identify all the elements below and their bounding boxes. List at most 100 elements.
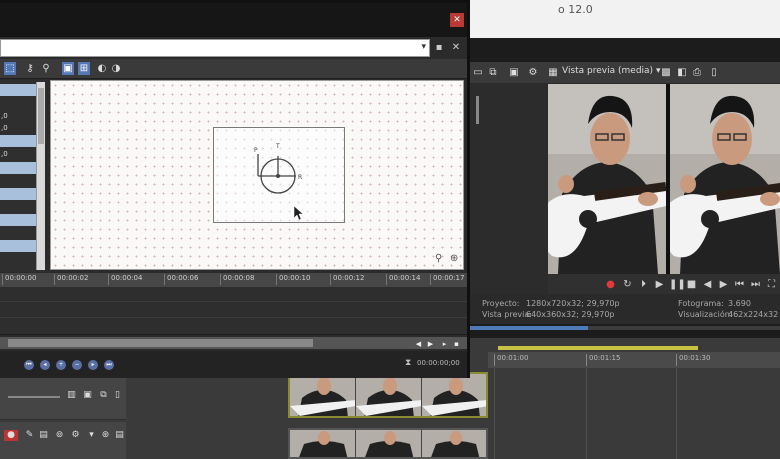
edit-canvas[interactable]: T P R ⚲ ⊕ [50,80,464,270]
window-icon[interactable]: ▭ [472,66,484,79]
snap-to-grid-icon[interactable]: ⊞ [78,62,90,75]
scroll-right-icon[interactable]: ▶ [426,340,435,348]
camera-icon[interactable]: ▩ [660,66,672,79]
track-composite-icon[interactable]: ⧉ [98,390,109,401]
video-clip-lower[interactable] [288,428,488,459]
pause-icon[interactable]: ❚❚ [669,278,686,291]
param-row[interactable] [0,240,36,252]
prev-frame-icon[interactable]: ◀ [701,278,714,291]
close-button[interactable]: ✕ [450,13,464,27]
param-row[interactable]: ,0 [0,110,36,122]
first-keyframe-icon[interactable]: ⏮ [24,360,34,370]
track-lock-icon[interactable]: ▤ [38,430,49,441]
size-about-center-icon[interactable]: ⚲ [40,62,52,75]
keyframe-controls: ⧗ ⏮ ◂ + − ▸ ⏭ 00:00:00;00 [0,351,467,378]
frame-label: Fotograma: [678,299,724,308]
timeline-tick: 00:01:15 [586,354,620,366]
video-track-header[interactable]: ▥ ▣ ⧉ ▯ [0,378,126,420]
timeline-ruler[interactable]: 00:01:00 00:01:15 00:01:30 [488,352,780,368]
keyframe-tick: 00:00:14 [386,274,420,285]
keyframe-tick: 00:00:12 [330,274,364,285]
lock-aspect-icon[interactable]: ⚷ [24,62,36,75]
arm-record-icon[interactable]: ● [4,430,18,441]
next-keyframe-icon[interactable]: ▸ [88,360,98,370]
param-row[interactable] [0,214,36,226]
last-keyframe-icon[interactable]: ⏭ [104,360,114,370]
zoom-in-icon[interactable]: ▸ [440,340,449,348]
play-icon[interactable]: ▶ [653,278,666,291]
timeline-tick: 00:01:00 [494,354,528,366]
param-row[interactable]: ,0 [0,122,36,134]
track-edit-icon[interactable]: ✎ [24,430,35,441]
keyframe-track[interactable] [0,287,467,335]
scroll-left-icon[interactable]: ◀ [414,340,423,348]
track-invert-icon[interactable]: ▾ [86,430,97,441]
param-row[interactable] [0,227,36,239]
track-menu-icon[interactable]: ▤ [114,430,125,441]
param-row[interactable] [0,97,36,109]
param-row[interactable] [0,84,36,96]
timeline-gridline [494,368,495,459]
param-row[interactable] [0,201,36,213]
zoom-out-icon[interactable]: ▪ [452,340,461,348]
crop-frame[interactable]: T P R [213,127,345,223]
move-y-icon[interactable]: ◑ [110,62,122,75]
move-freely-icon[interactable]: ▣ [62,62,74,75]
audio-track-header[interactable]: ● ✎ ▤ ⊚ ⚙ ▾ ⊛ ▤ [0,422,126,459]
param-row[interactable] [0,253,36,265]
param-row[interactable] [0,162,36,174]
loop-region[interactable] [498,346,698,350]
remove-keyframe-icon[interactable]: − [72,360,82,370]
main-window-title: o 12.0 [558,3,593,16]
track-solo-icon[interactable]: ⚙ [70,430,81,441]
track-motion-icon[interactable]: ▣ [82,390,93,401]
keyframe-scrollbar[interactable] [0,337,467,349]
keyframe-ruler[interactable]: 00:00:00 00:00:02 00:00:04 00:00:06 00:0… [0,273,467,287]
video-clip[interactable] [288,372,488,418]
param-row[interactable] [0,175,36,187]
play-start-icon[interactable]: ⏵ [637,278,650,291]
move-x-icon[interactable]: ◐ [96,62,108,75]
keyframe-tick: 00:00:17 [430,274,464,285]
zoom-icon[interactable]: ⚲ [435,253,447,265]
pivot-handle-icon[interactable]: T P R [214,128,346,224]
project-info-panel: Proyecto: 1280x720x32; 29,970p Vista pre… [470,294,780,324]
copy-frame-icon[interactable]: ▯ [708,66,720,79]
save-preset-button[interactable]: ▪ [433,41,445,55]
record-icon[interactable]: ● [604,278,617,291]
grid-icon[interactable]: ▦ [547,66,559,79]
delete-preset-button[interactable]: ✕ [450,41,462,55]
split-view-icon[interactable]: ◧ [676,66,688,79]
parameters-scrollbar[interactable] [36,82,45,270]
preset-select[interactable]: ▾ [0,39,430,57]
fit-to-window-icon[interactable]: ⊕ [450,253,462,265]
save-frame-icon[interactable]: ⎙ [691,66,703,79]
keyframe-tick: 00:00:06 [164,274,198,285]
track-fx-icon[interactable]: ▥ [66,390,77,401]
go-end-icon[interactable]: ⏭ [749,278,762,291]
loop-icon[interactable]: ↻ [621,278,634,291]
track-automation-icon[interactable]: ⊚ [54,430,65,441]
param-row[interactable] [0,135,36,147]
stop-icon[interactable]: ■ [685,278,698,291]
parameters-panel: ,0 ,0 ,0 [0,80,46,272]
go-start-icon[interactable]: ⏮ [733,278,746,291]
normal-edit-tool-icon[interactable]: ⬚ [4,62,16,75]
preview-progress [470,326,780,330]
fullscreen-icon[interactable]: ⛶ [765,278,778,291]
param-row[interactable]: ,0 [0,148,36,160]
preview-quality-select[interactable]: Vista previa (media) ▾ [562,66,660,76]
track-level-slider[interactable] [8,396,60,398]
next-frame-icon[interactable]: ▶ [717,278,730,291]
param-row[interactable] [0,188,36,200]
prev-keyframe-icon[interactable]: ◂ [40,360,50,370]
track-mute-icon[interactable]: ▯ [112,390,123,401]
dialog-titlebar[interactable]: ✕ [0,3,467,37]
add-keyframe-icon[interactable]: + [56,360,66,370]
track-settings-icon[interactable]: ⊛ [100,430,111,441]
monitor-icon[interactable]: ▣ [508,66,520,79]
copy-icon[interactable]: ⧉ [487,66,499,79]
timeline-tick: 00:01:30 [676,354,710,366]
settings-icon[interactable]: ⚙ [527,66,539,79]
transport-controls: ● ↻ ⏵ ▶ ❚❚ ■ ◀ ▶ ⏮ ⏭ ⛶ [548,274,780,296]
